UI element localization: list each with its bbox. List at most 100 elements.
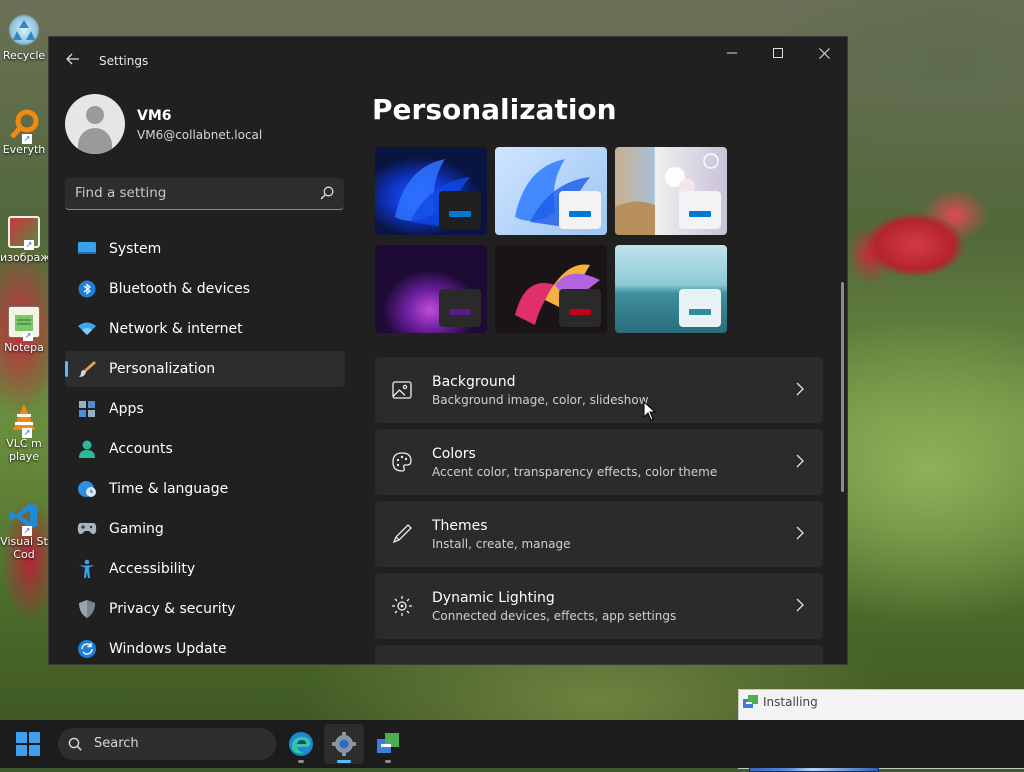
sidebar-item-privacy[interactable]: Privacy & security — [65, 591, 345, 627]
scrollbar[interactable] — [841, 282, 844, 492]
sidebar-item-personalization[interactable]: Personalization — [65, 351, 345, 387]
setting-themes[interactable]: Themes Install, create, manage — [375, 501, 823, 567]
accent-bar — [569, 309, 591, 315]
bluetooth-icon — [77, 279, 97, 299]
back-arrow-icon — [66, 53, 79, 65]
desktop-icon-recycle-bin[interactable]: Recycle — [0, 14, 48, 62]
pen-icon — [392, 524, 412, 544]
edge-icon — [289, 732, 313, 756]
start-button[interactable] — [16, 732, 40, 756]
palette-icon — [392, 452, 412, 472]
windows-logo-icon — [16, 745, 27, 756]
chevron-right-icon — [796, 454, 804, 468]
setting-colors[interactable]: Colors Accent color, transparency effect… — [375, 429, 823, 495]
profile-name: VM6 — [137, 108, 172, 124]
title-bar[interactable]: Settings — [49, 37, 847, 85]
theme-window-preview — [679, 289, 721, 327]
sidebar-item-windows-update[interactable]: Windows Update — [65, 631, 345, 664]
desktop-icon-image[interactable]: ↗ изображ — [0, 216, 50, 264]
sidebar-item-label: Network & internet — [109, 321, 243, 337]
desktop-icon-label: Notepa — [4, 341, 44, 354]
update-icon — [77, 639, 97, 659]
setting-card-partial[interactable] — [375, 645, 823, 664]
close-icon — [818, 47, 830, 59]
desktop-icon-label: playe — [8, 450, 40, 463]
sidebar-item-time-language[interactable]: Time & language — [65, 471, 345, 507]
taskbar-app-installer[interactable] — [368, 724, 408, 764]
desktop-icon-label: Recycle — [2, 49, 46, 62]
sidebar-item-bluetooth[interactable]: Bluetooth & devices — [65, 271, 345, 307]
theme-tile-windows-light[interactable] — [495, 147, 607, 235]
desktop-icon-label: Everyth — [2, 143, 46, 156]
accounts-icon — [77, 439, 97, 459]
setting-background[interactable]: Background Background image, color, slid… — [375, 357, 823, 423]
desktop-icon-notepad[interactable]: ↗ Notepa — [0, 306, 48, 354]
sidebar-nav: System Bluetooth & devices Network & int… — [65, 231, 345, 664]
sidebar-item-gaming[interactable]: Gaming — [65, 511, 345, 547]
taskbar: Search — [0, 720, 1024, 768]
avatar — [65, 94, 125, 154]
taskbar-app-settings[interactable] — [324, 724, 364, 764]
sidebar-item-accounts[interactable]: Accounts — [65, 431, 345, 467]
desktop-icon-everything[interactable]: ↗ Everyth — [0, 108, 48, 156]
desktop-icon-vlc[interactable]: ↗ VLC m playe — [0, 402, 48, 463]
vlc-icon: ↗ — [8, 402, 40, 438]
theme-window-preview — [679, 191, 721, 229]
shortcut-arrow-icon: ↗ — [24, 240, 34, 250]
brush-icon — [77, 359, 97, 379]
system-icon — [77, 239, 97, 259]
sidebar-item-label: Accessibility — [109, 561, 196, 577]
settings-list: Background Background image, color, slid… — [375, 357, 823, 664]
sidebar-item-label: Privacy & security — [109, 601, 236, 617]
chevron-right-icon — [796, 598, 804, 612]
sidebar-item-label: Personalization — [109, 361, 216, 377]
notepad-icon: ↗ — [8, 306, 40, 341]
sidebar-item-accessibility[interactable]: Accessibility — [65, 551, 345, 587]
setting-subtitle: Background image, color, slideshow — [432, 393, 649, 407]
theme-window-preview — [439, 191, 481, 229]
theme-window-preview — [559, 289, 601, 327]
back-button[interactable] — [61, 49, 85, 73]
accent-bar — [689, 309, 711, 315]
setting-dynamic-lighting[interactable]: Dynamic Lighting Connected devices, effe… — [375, 573, 823, 639]
desktop-icon-label: Cod — [13, 548, 35, 561]
setting-subtitle: Accent color, transparency effects, colo… — [432, 465, 718, 479]
taskbar-indicator — [298, 760, 304, 763]
setting-title: Background — [432, 374, 516, 390]
sidebar-item-system[interactable]: System — [65, 231, 345, 267]
sidebar-item-apps[interactable]: Apps — [65, 391, 345, 427]
taskbar-search[interactable]: Search — [58, 728, 276, 760]
theme-window-preview — [439, 289, 481, 327]
search-icon[interactable] — [320, 186, 334, 200]
sidebar-item-network[interactable]: Network & internet — [65, 311, 345, 347]
windows-logo-icon — [16, 732, 27, 743]
setting-title: Dynamic Lighting — [432, 590, 555, 606]
theme-tile-flow[interactable] — [615, 245, 727, 333]
setting-title: Colors — [432, 446, 476, 462]
desktop-icon-label: Visual St — [0, 535, 48, 548]
theme-tile-captured-motion[interactable] — [495, 245, 607, 333]
maximize-button[interactable] — [755, 37, 801, 69]
wifi-icon — [77, 319, 97, 339]
gamepad-icon — [77, 519, 97, 539]
image-file-icon: ↗ — [8, 216, 40, 250]
minimize-button[interactable] — [709, 37, 755, 69]
close-button[interactable] — [801, 37, 847, 69]
sidebar-item-label: Windows Update — [109, 641, 227, 657]
recycle-bin-icon — [8, 14, 40, 46]
desktop-icon-vscode[interactable]: ↗ Visual St Cod — [0, 500, 48, 561]
installer-title: Installing — [763, 695, 818, 709]
theme-tile-windows-spotlight[interactable] — [615, 147, 727, 235]
everything-app-icon: ↗ — [8, 108, 40, 144]
search-input[interactable] — [75, 178, 305, 208]
shortcut-arrow-icon: ↗ — [22, 526, 32, 536]
theme-tile-glow[interactable] — [375, 245, 487, 333]
minimize-icon — [727, 52, 737, 54]
shortcut-arrow-icon: ↗ — [22, 428, 32, 438]
theme-tile-windows-dark[interactable] — [375, 147, 487, 235]
search-box[interactable] — [65, 178, 344, 210]
installer-icon — [743, 695, 758, 708]
chevron-right-icon — [796, 526, 804, 540]
taskbar-app-edge[interactable] — [281, 724, 321, 764]
setting-subtitle: Install, create, manage — [432, 537, 571, 551]
